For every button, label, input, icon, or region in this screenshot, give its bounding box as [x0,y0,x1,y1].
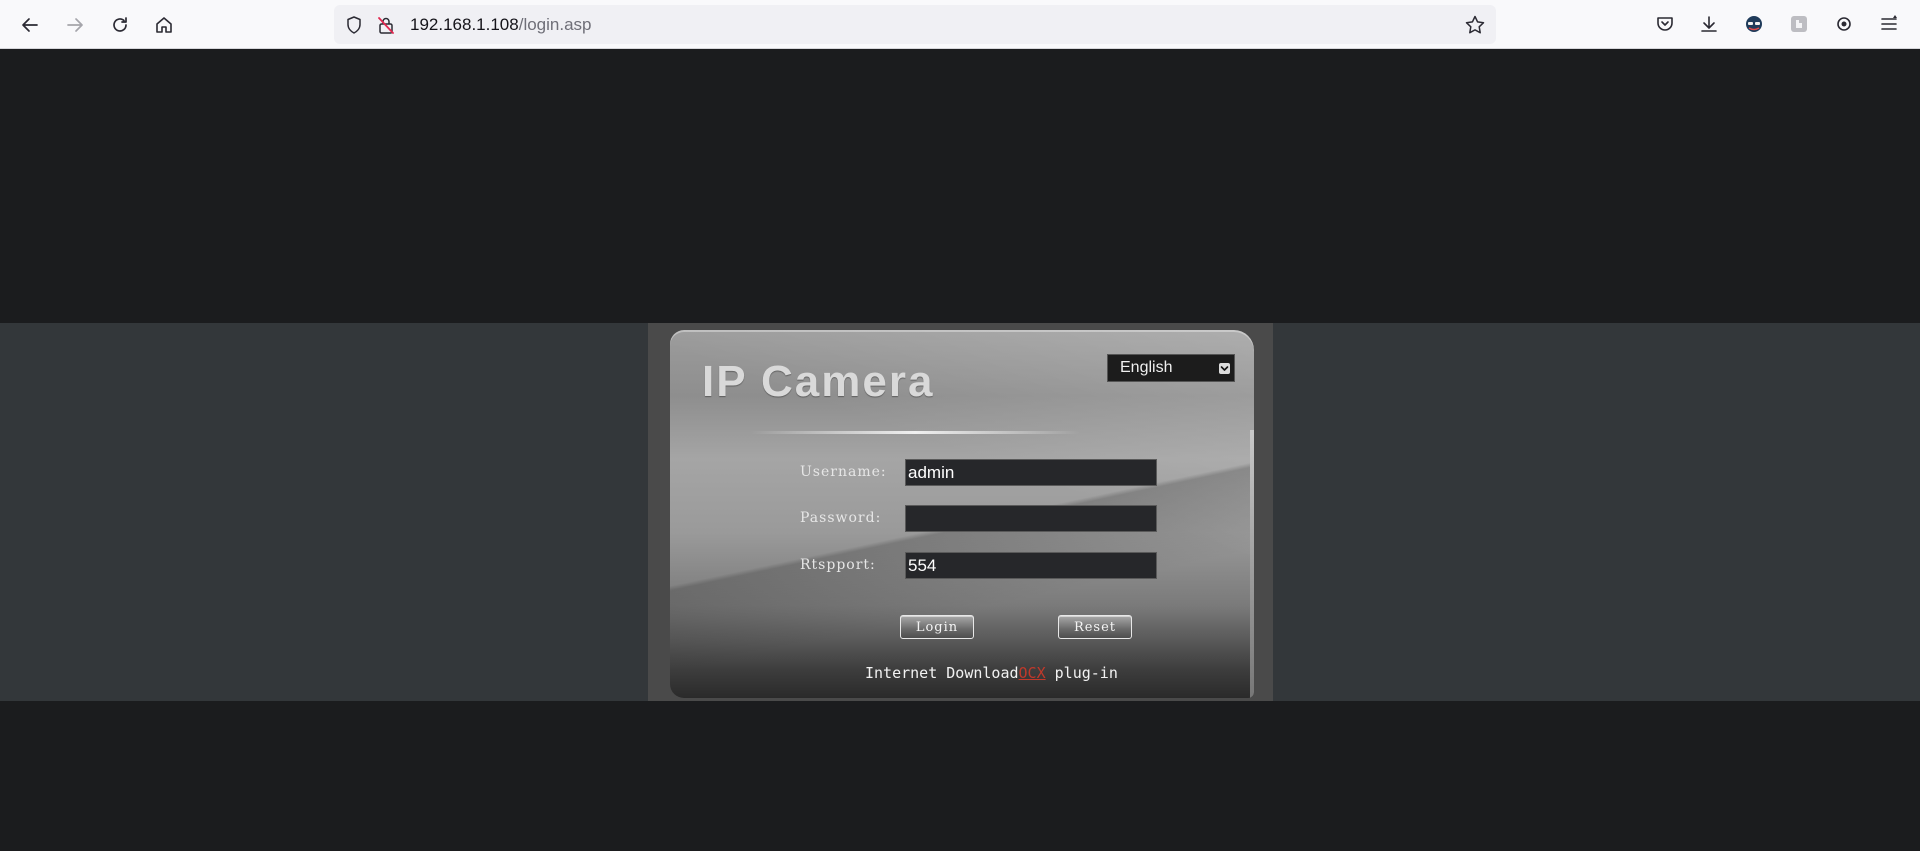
url-path: /login.asp [518,15,592,34]
back-button[interactable] [16,11,44,39]
username-input[interactable] [905,459,1157,486]
dropdown-arrow-icon [1219,363,1230,374]
extension-button-3[interactable] [1832,12,1856,36]
puzzle-extension-icon [1791,16,1807,32]
reset-button[interactable]: Reset [1058,615,1132,639]
brand-title: IP Camera [702,357,935,406]
downloads-button[interactable] [1697,12,1721,36]
username-label: Username: [800,464,887,480]
home-icon [156,17,172,33]
url-text[interactable]: 192.168.1.108/login.asp [410,14,592,36]
rtspport-input[interactable] [905,552,1157,579]
url-host: 192.168.1.108 [410,15,519,34]
download-icon [1701,16,1717,32]
app-menu-button[interactable] [1877,12,1901,36]
language-selected: English [1120,359,1173,376]
insecure-lock-icon[interactable] [376,15,396,35]
tracking-shield-icon[interactable] [344,15,364,35]
forward-arrow-icon [67,18,83,32]
login-button[interactable]: Login [900,615,974,639]
url-bar[interactable]: 192.168.1.108/login.asp [334,5,1496,44]
hamburger-menu-icon [1881,15,1897,30]
panel-highlight-line [750,431,1080,434]
download-line: Internet DownloadOCX plug-in [865,664,1118,682]
browser-toolbar: 192.168.1.108/login.asp [0,0,1920,49]
reload-button[interactable] [106,11,134,39]
pocket-button[interactable] [1653,12,1677,36]
password-input[interactable] [905,505,1157,532]
panel-edge [1250,430,1254,698]
back-arrow-icon [22,18,38,32]
download-prefix: Internet Download [865,664,1019,682]
ocx-download-link[interactable]: OCX [1019,664,1046,682]
container-extension-icon [1837,17,1851,31]
rtspport-label: Rtspport: [800,557,876,573]
bookmark-star-icon[interactable] [1464,14,1486,36]
download-suffix: plug-in [1045,664,1118,682]
incognito-extension-icon [1746,16,1762,32]
home-button[interactable] [150,11,178,39]
password-label: Password: [800,510,882,526]
extension-button-1[interactable] [1742,12,1766,36]
extension-button-2[interactable] [1787,12,1811,36]
reload-icon [113,17,127,32]
login-panel: IP Camera English Username: Password: Rt… [670,330,1254,698]
forward-button[interactable] [61,11,89,39]
pocket-icon [1657,17,1673,31]
language-select[interactable]: English [1107,354,1235,382]
